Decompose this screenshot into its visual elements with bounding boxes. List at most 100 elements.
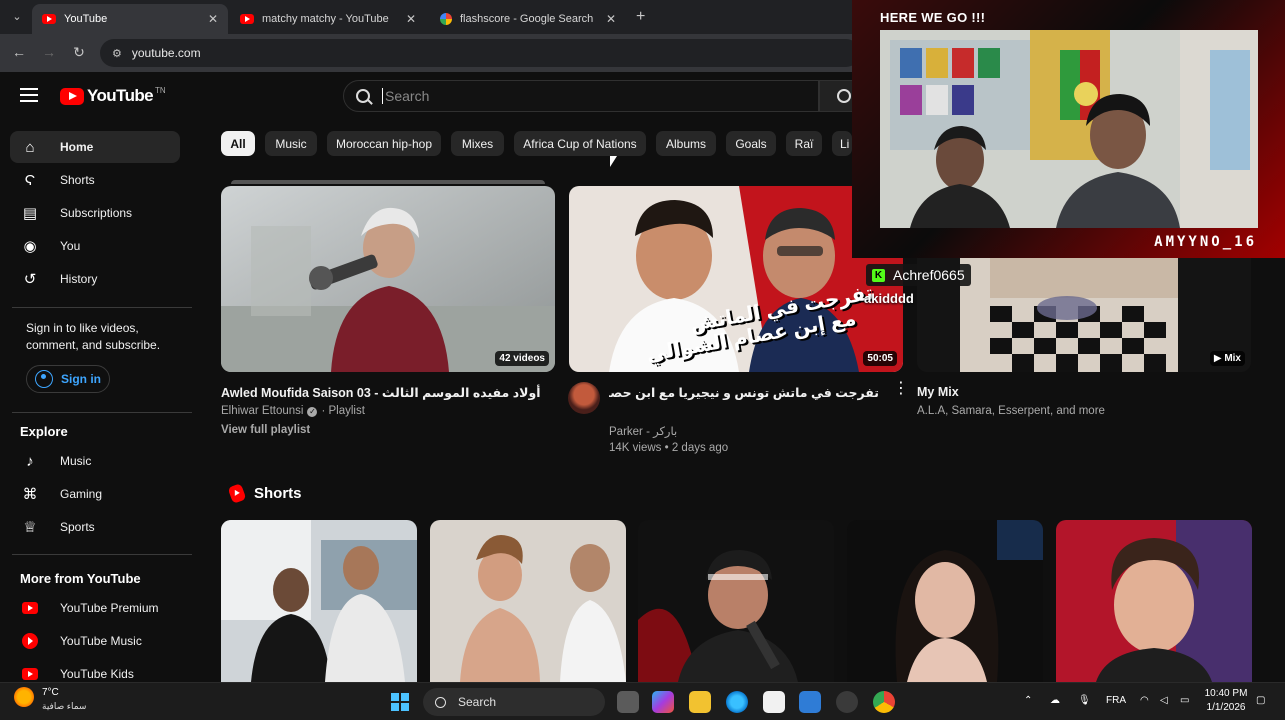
taskbar-search[interactable]: Search [423,688,605,716]
search-icon [356,89,370,103]
webcam-feed [880,30,1258,228]
address-bar[interactable]: ⚙ youtube.com [100,39,860,67]
video-stats-row: 14K views • 2 days ago [609,442,729,454]
chip-goals[interactable]: Goals [726,131,776,156]
sidebar-item-label: Gaming [60,487,103,501]
sidebar-item-home[interactable]: ⌂ Home [10,131,180,163]
clock-time: 10:40 PM [1204,688,1248,699]
youtube-play-logo-icon [60,87,84,105]
sidebar-item-gaming[interactable]: ⌘ Gaming [10,478,180,510]
close-tab-icon[interactable]: ✕ [406,12,416,26]
search-input[interactable] [382,88,762,104]
site-info-icon[interactable]: ⚙ [112,47,122,60]
tab-search-chevron-icon[interactable]: ⌄ [8,8,26,26]
windows-start-icon[interactable] [391,693,409,711]
account-circle-icon [35,370,53,388]
sidebar-item-label: YouTube Music [60,634,142,648]
temperature: 7°C [42,687,59,698]
thumbnail-image-old-man [221,186,555,372]
sidebar-item-shorts[interactable]: Ϛ Shorts [10,164,180,196]
onedrive-cloud-icon[interactable]: ☁ [1050,695,1060,706]
chip-music[interactable]: Music [265,131,317,156]
chat-message: akidddd [864,291,914,306]
search-box[interactable] [343,80,819,112]
new-tab-plus-icon[interactable]: + [636,8,645,26]
wifi-icon[interactable]: ◠ [1140,695,1149,706]
settings-gear-icon[interactable] [836,691,858,713]
chip-moroccan-hip-hop[interactable]: Moroccan hip-hop [327,131,441,156]
streamer-username: AMYYNO_16 [1154,234,1257,250]
task-view-icon[interactable] [617,691,639,713]
shorts-title: Shorts [254,485,302,502]
sidebar-item-subscriptions[interactable]: ▤ Subscriptions [10,197,180,229]
clock-date: 1/1/2026 [1206,702,1246,713]
file-explorer-icon[interactable] [689,691,711,713]
volume-icon[interactable]: ◁ [1160,695,1168,706]
video-title[interactable]: تفرجت في ماتش تونس و نيجيريا مع ابن حصام… [609,385,879,401]
short-item[interactable] [638,520,834,682]
sidebar-item-you[interactable]: ◉ You [10,230,180,262]
music-note-icon: ♪ [26,452,34,470]
google-favicon-icon [440,13,452,25]
sign-in-button[interactable]: Sign in [26,365,110,393]
battery-icon[interactable]: ▭ [1180,695,1189,706]
browser-tab-youtube[interactable]: YouTube ✕ [32,4,228,34]
microsoft-store-icon[interactable] [763,691,785,713]
sidebar-item-sports[interactable]: ♕ Sports [10,511,180,543]
mix-badge: ▶ Mix [1209,351,1245,366]
sidebar-item-youtube-music[interactable]: YouTube Music [10,625,180,657]
weather-widget[interactable]: 7°C سماء صافية [14,687,86,711]
shorts-shelf-header: Shorts [227,483,302,504]
copilot-icon[interactable] [652,691,674,713]
chip-mixes[interactable]: Mixes [451,131,504,156]
shorts-icon: Ϛ [24,171,36,189]
weather-condition: سماء صافية [42,701,87,711]
youtube-favicon-icon [240,14,254,24]
close-tab-icon[interactable]: ✕ [606,12,616,26]
short-item[interactable] [1056,520,1252,682]
youtube-logo[interactable]: YouTube TN [60,86,166,106]
view-full-playlist-link[interactable]: View full playlist [221,424,310,436]
channel-name[interactable]: Parker - باركر [609,424,677,438]
video-thumbnail[interactable]: 42 videos [221,186,555,372]
forward-arrow-icon[interactable]: → [40,44,58,60]
chip-partial[interactable]: Li [832,131,852,156]
browser-tab-matchy[interactable]: matchy matchy - YouTube ✕ [230,4,426,34]
hamburger-menu-icon[interactable] [20,88,38,102]
video-title[interactable]: Awled Moufida Saison 03 - أولاد مفيده ال… [221,385,541,400]
close-tab-icon[interactable]: ✕ [208,12,218,26]
browser-tab-flashscore[interactable]: flashscore - Google Search ✕ [430,4,626,34]
edge-browser-icon[interactable] [726,691,748,713]
chip-albums[interactable]: Albums [656,131,716,156]
microphone-icon[interactable]: 🎙 [1078,695,1091,706]
short-item[interactable] [847,520,1043,682]
sidebar-item-label: Home [60,140,94,154]
notification-bell-icon[interactable]: ▢ [1256,695,1265,706]
playlist-count-badge: 42 videos [495,351,549,366]
more-options-icon[interactable]: ⋮ [893,381,909,397]
chip-all[interactable]: All [221,131,255,156]
input-language[interactable]: FRA [1106,695,1126,706]
system-clock[interactable]: 10:40 PM 1/1/2026 [1196,687,1256,715]
back-arrow-icon[interactable]: ← [10,44,28,60]
reload-icon[interactable]: ↻ [70,44,88,61]
mail-icon[interactable] [799,691,821,713]
sidebar-item-history[interactable]: ↺ History [10,263,180,295]
video-title[interactable]: My Mix [917,385,959,399]
sidebar-item-label: Shorts [60,173,95,187]
chip-africa-cup[interactable]: Africa Cup of Nations [514,131,646,156]
short-item[interactable] [430,520,626,682]
sidebar: ⌂ Home Ϛ Shorts ▤ Subscriptions ◉ You ↺ … [0,122,200,682]
short-item[interactable] [221,520,417,682]
sidebar-item-music[interactable]: ♪ Music [10,445,180,477]
tray-chevron-up-icon[interactable]: ⌃ [1024,695,1032,706]
sidebar-divider [12,412,192,413]
youtube-kids-icon [20,664,40,684]
channel-avatar[interactable] [568,382,600,414]
explore-heading: Explore [20,424,68,439]
sidebar-item-youtube-premium[interactable]: YouTube Premium [10,592,180,624]
chip-rai[interactable]: Raï [786,131,822,156]
country-code: TN [155,85,166,95]
chrome-browser-icon[interactable] [873,691,895,713]
channel-name[interactable]: Elhiwar Ettounsi [221,405,303,417]
